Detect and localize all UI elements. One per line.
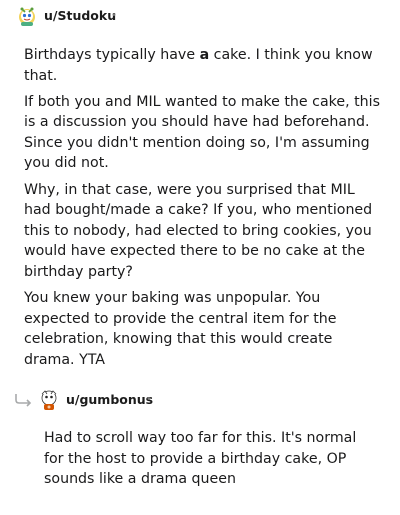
- comment-body: Birthdays typically have a cake. I think…: [24, 45, 380, 376]
- snoo-avatar-icon[interactable]: [38, 389, 60, 411]
- bold-text: a: [199, 47, 210, 63]
- reply-comment: u/gumbonus • Had to scroll way too far f…: [0, 384, 400, 487]
- comment-body: Had to scroll way too far for this. It's…: [44, 428, 380, 495]
- comment-paragraph: Why, in that case, were you surprised th…: [24, 181, 373, 280]
- comment-header: u/Studoku •: [0, 0, 400, 32]
- snoo-avatar-icon[interactable]: [16, 5, 38, 27]
- comment-header: u/gumbonus •: [0, 384, 400, 416]
- reply-arrow-icon: [15, 394, 32, 407]
- comment-paragraph: If both you and MIL wanted to make the c…: [24, 93, 381, 172]
- separator-dot: •: [146, 394, 152, 405]
- comment-paragraph: Had to scroll way too far for this. It's…: [44, 430, 357, 488]
- comment-author[interactable]: u/gumbonus: [66, 392, 153, 408]
- comment-author[interactable]: u/Studoku: [44, 8, 116, 24]
- comment-paragraph: Birthdays typically have a cake. I think…: [24, 45, 380, 86]
- comment-paragraph: You knew your baking was unpopular. You …: [24, 290, 337, 368]
- comment: u/Studoku • Birthdays typically have a c…: [0, 0, 400, 368]
- separator-dot: •: [111, 10, 117, 21]
- text-run: Birthdays typically have: [24, 47, 200, 63]
